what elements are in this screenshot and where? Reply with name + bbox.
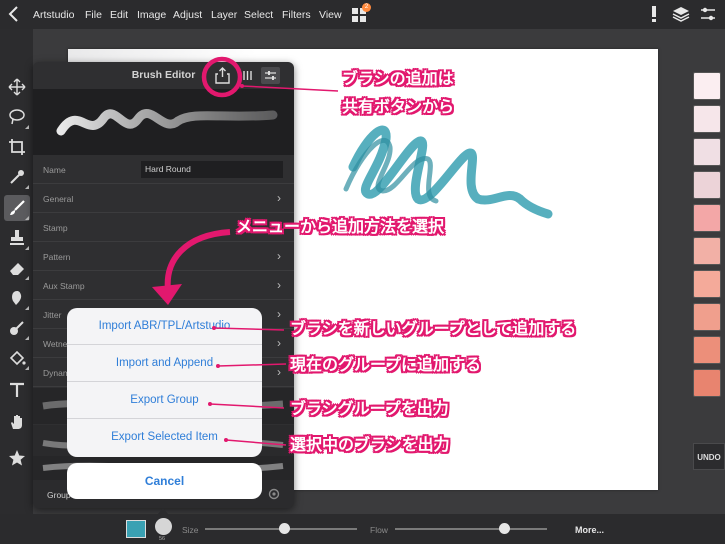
highlight-circle (201, 56, 243, 98)
annotation-arrow (217, 363, 287, 367)
flow-label: Flow (370, 525, 388, 535)
annotation-append: 現在のグループに追加する (290, 357, 482, 374)
annotation-arrow (209, 403, 285, 409)
annotation-curved-arrow (164, 229, 231, 291)
popover-caret-icon (158, 508, 168, 514)
current-color-swatch[interactable] (126, 520, 146, 538)
annotation-arrow (213, 327, 285, 331)
annotation-menu-select: メニューから追加方法を選択 (236, 219, 445, 236)
brush-size-dot[interactable] (155, 518, 172, 535)
annotation-export-selected: 選択中のブラシを出力 (290, 437, 450, 454)
annotation-share-line2: 共有ボタンから (342, 99, 455, 116)
flow-slider[interactable] (395, 528, 547, 530)
annotation-export-group: ブラシグループを出力 (290, 401, 449, 418)
app-window: Artstudio File Edit Image Adjust Layer S… (0, 0, 725, 544)
brush-size-readout: 56 (159, 536, 166, 542)
flow-slider-handle[interactable] (499, 523, 511, 534)
more-button[interactable]: More... (575, 525, 604, 535)
annotation-arrow (225, 439, 287, 446)
annotation-share-line1: ブラシの追加は (342, 71, 454, 88)
bottom-bar: 56 Size Flow More... (0, 508, 725, 544)
arrowhead-icon (152, 284, 182, 305)
annotation-arrow (241, 85, 339, 92)
annotation-import-new: ブラシを新しいグループとして追加する (290, 321, 577, 338)
size-label: Size (182, 525, 199, 535)
size-slider-handle[interactable] (279, 523, 291, 534)
